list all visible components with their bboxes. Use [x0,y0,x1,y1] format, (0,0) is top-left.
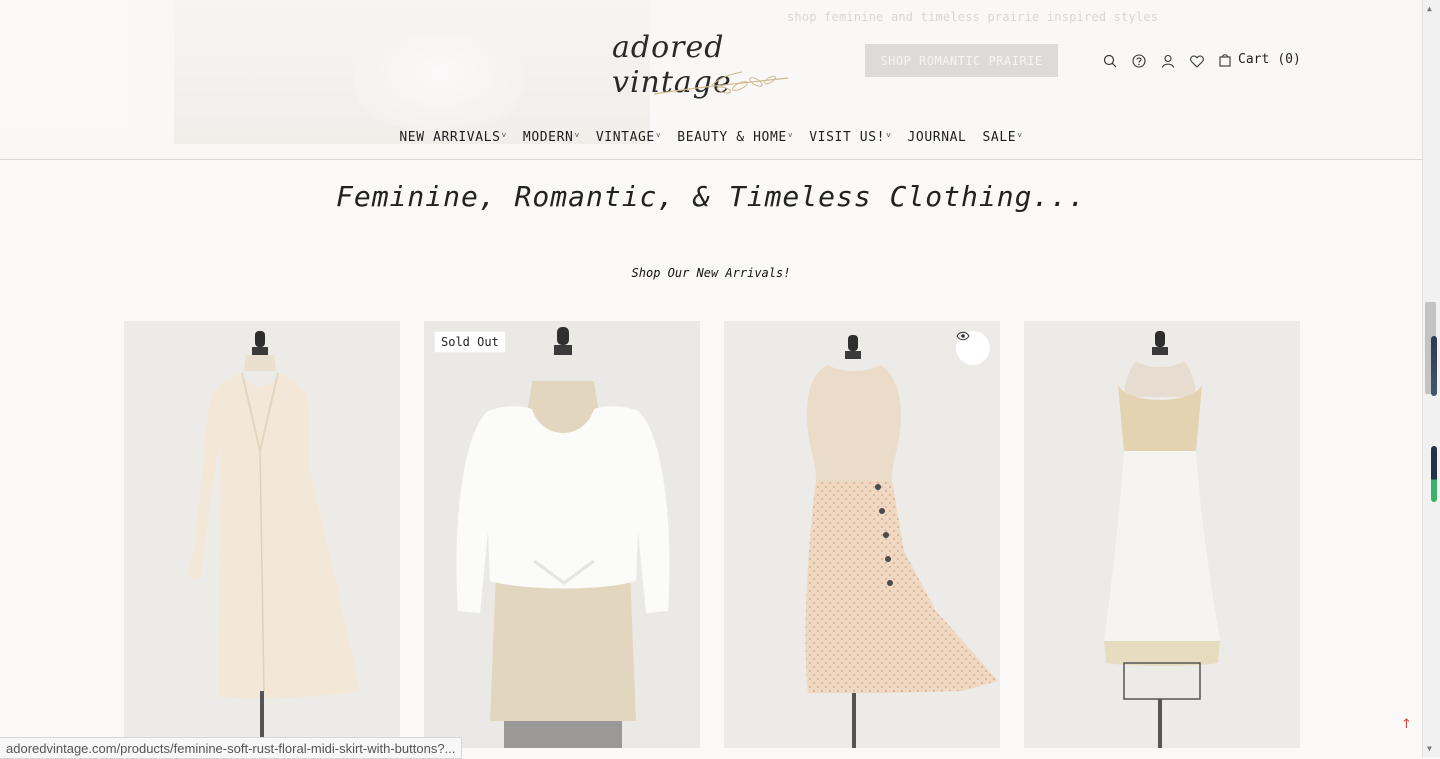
section-title: Feminine, Romantic, & Timeless Clothing.… [335,180,1086,213]
product-card-cream-dress[interactable] [124,321,400,748]
browser-status-url: adoredvintage.com/products/feminine-soft… [0,737,463,759]
logo-branch-icon [653,71,789,95]
main-navigation: NEW ARRIVALS ˅ MODERN ˅ VINTAGE ˅ BEAUTY & … [0,130,1422,152]
scroll-down-arrow-icon[interactable]: ▼ [1427,744,1432,753]
nav-item-sale[interactable]: SALE ˅ [982,130,1022,152]
search-icon[interactable] [1101,52,1119,70]
side-widget-indicator [1431,446,1437,502]
cart-label: Cart [1238,52,1270,67]
nav-label: JOURNAL [907,130,967,145]
chevron-down-icon: ˅ [574,131,580,140]
nav-label: VINTAGE [595,130,655,145]
product-image [424,321,700,748]
product-image [724,321,1000,748]
eye-icon [956,331,970,341]
header-tagline: shop feminine and timeless prairie inspi… [787,10,1159,24]
chevron-down-icon: ˅ [655,131,662,140]
cart-link[interactable]: Cart (0) [1219,52,1301,67]
chevron-down-icon: ˅ [886,131,892,140]
nav-item-modern[interactable]: MODERN ˅ [523,130,580,152]
wishlist-icon[interactable] [1188,52,1206,70]
product-card-floral-skirt[interactable] [724,321,1000,748]
scroll-up-arrow-icon[interactable]: ▲ [1427,4,1432,13]
new-arrivals-link[interactable]: Shop Our New Arrivals! [0,266,1422,280]
product-card-white-blouse[interactable]: Sold Out [424,321,700,748]
nav-item-visit-us[interactable]: VISIT US! ˅ [809,130,891,152]
sold-out-badge: Sold Out [434,331,506,353]
nav-label: NEW ARRIVALS [399,130,501,145]
nav-label: SALE [982,130,1017,145]
quick-view-button[interactable] [956,331,990,365]
nav-item-new-arrivals[interactable]: NEW ARRIVALS ˅ [399,130,507,152]
chevron-down-icon: ˅ [501,131,507,140]
chevron-down-icon: ˅ [1017,131,1023,140]
account-icon[interactable] [1159,52,1177,70]
product-image [124,321,400,748]
product-card-lace-slip[interactable] [1024,321,1300,748]
nav-item-vintage[interactable]: VINTAGE ˅ [596,130,661,152]
cart-count: (0) [1277,52,1301,67]
nav-item-journal[interactable]: JOURNAL [907,130,966,152]
side-widget-indicator [1431,336,1437,396]
nav-label: MODERN [522,130,574,145]
shop-romantic-prairie-button[interactable]: SHOP ROMANTIC PRAIRIE [865,44,1058,77]
product-image [1024,321,1300,748]
cart-icon [1219,53,1231,67]
chevron-down-icon: ˅ [787,131,794,140]
header-divider [0,159,1422,160]
nav-item-beauty-home[interactable]: BEAUTY & HOME ˅ [677,130,793,152]
nav-label: BEAUTY & HOME [677,130,787,145]
header-icon-group [1101,50,1217,72]
nav-label: VISIT US! [809,130,886,145]
back-to-top-arrow-icon[interactable]: ↑ [1401,717,1412,732]
help-icon[interactable] [1130,52,1148,70]
site-logo[interactable]: adored vintage [612,26,812,102]
